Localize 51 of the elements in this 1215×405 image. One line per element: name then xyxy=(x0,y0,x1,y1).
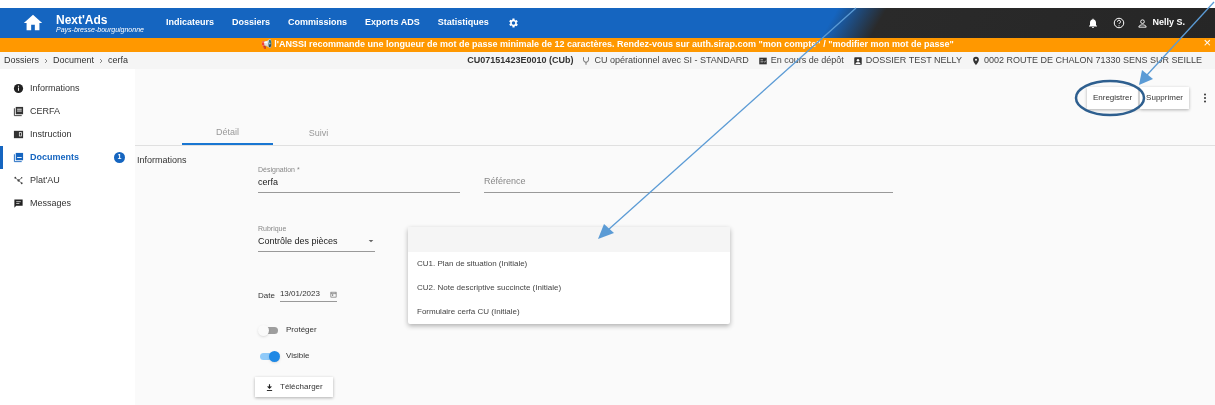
network-icon xyxy=(13,175,24,186)
dossier-detail: DOSSIER TEST NELLY xyxy=(865,53,962,67)
book-icon xyxy=(13,129,24,140)
document-list-icon xyxy=(13,106,24,117)
nav-link[interactable]: Exports ADS xyxy=(365,16,420,30)
breadcrumb-link[interactable]: cerfa xyxy=(108,53,129,68)
breadcrumb-link[interactable]: Dossiers xyxy=(4,53,39,68)
sidebar-item[interactable]: Messages xyxy=(0,192,135,215)
sidebar-item[interactable]: Instruction xyxy=(0,123,135,146)
download-icon xyxy=(265,382,274,392)
documents-icon xyxy=(13,152,24,163)
nav-link[interactable]: Statistiques xyxy=(437,16,489,30)
dossier-detail: CU opérationnel avec SI - STANDARD xyxy=(594,53,749,67)
fork-icon xyxy=(581,55,592,66)
user-name[interactable]: Nelly S. xyxy=(1152,16,1185,30)
help-icon xyxy=(1113,17,1126,29)
dossier-number: CU07151423E0010 (CUb) xyxy=(467,53,574,67)
field-label: Date xyxy=(258,290,275,302)
megaphone-icon: 📢 xyxy=(261,38,273,52)
nav-link[interactable]: Commissions xyxy=(288,16,347,30)
dropdown-option[interactable]: CU2. Note descriptive succincte (Initiale) xyxy=(408,276,730,300)
sidebar-item[interactable]: Plat'AU xyxy=(0,169,135,192)
sidebar-item[interactable]: Informations xyxy=(0,77,135,100)
toggle-switch[interactable] xyxy=(258,350,280,362)
download-button[interactable]: Télécharger xyxy=(255,377,333,397)
info-icon xyxy=(13,83,24,94)
nav-link[interactable]: Indicateurs xyxy=(165,16,214,30)
action-button[interactable]: Enregistrer xyxy=(1086,87,1139,109)
date-field[interactable]: 13/01/2023 xyxy=(279,288,337,302)
sidebar-item[interactable]: CERFA xyxy=(0,100,135,123)
bell-icon xyxy=(1087,17,1100,29)
toggle-label: Protéger xyxy=(286,324,317,336)
breadcrumb-link[interactable]: Document xyxy=(53,53,95,68)
settings-icon xyxy=(506,17,519,29)
app-name: Next'Ads xyxy=(56,13,109,26)
badge-icon xyxy=(852,55,863,66)
section-title: Informations xyxy=(137,154,187,167)
user-icon xyxy=(1137,17,1149,29)
chevron-icon xyxy=(42,56,50,65)
highlight-ellipse xyxy=(1074,79,1146,117)
text-field[interactable]: Référence xyxy=(484,175,893,193)
action-button[interactable]: Supprimer xyxy=(1140,87,1189,109)
message-icon xyxy=(13,198,24,209)
location-pin-icon xyxy=(970,55,981,66)
nav-link[interactable]: Dossiers xyxy=(231,16,270,30)
dropdown-option[interactable]: Formulaire cerfa CU (Initiale) xyxy=(408,300,730,324)
checklist-icon xyxy=(757,55,768,66)
dropdown-option[interactable]: CU1. Plan de situation (Initiale) xyxy=(408,252,730,276)
toggle-switch[interactable] xyxy=(258,324,280,336)
calendar-icon xyxy=(329,290,337,298)
toggle-label: Visible xyxy=(286,350,310,362)
